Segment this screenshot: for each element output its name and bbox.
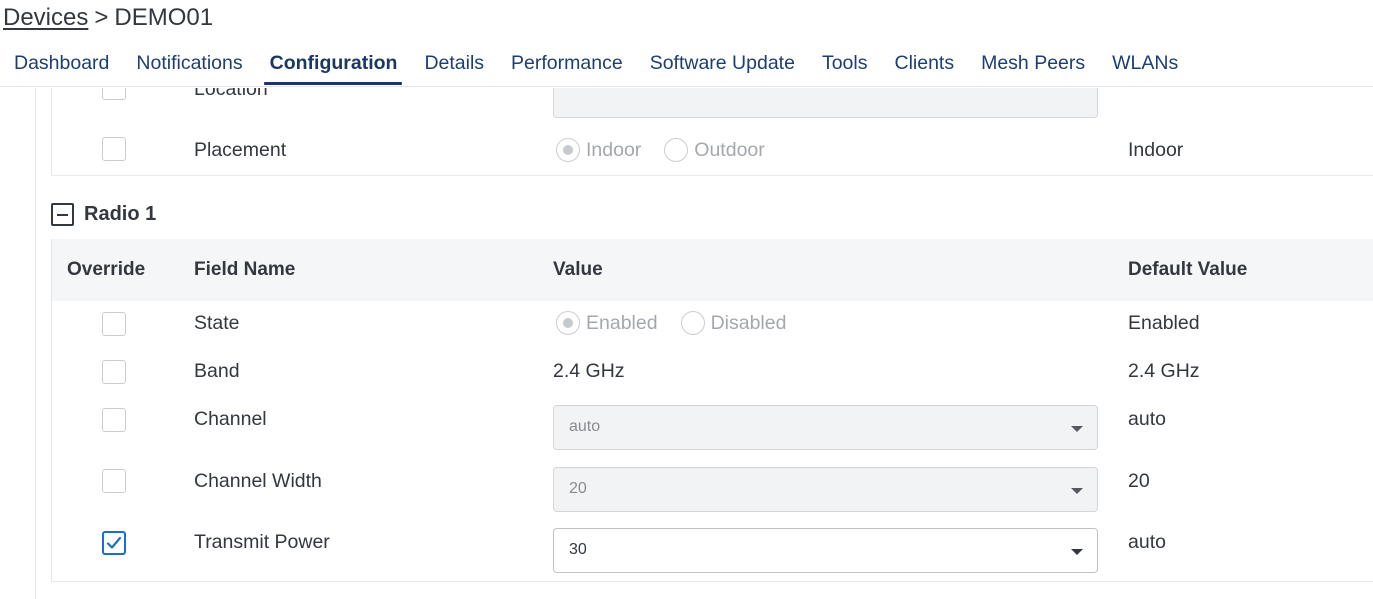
override-checkbox-band[interactable]	[102, 360, 126, 384]
radio-disabled[interactable]	[680, 311, 705, 335]
radio-outdoor[interactable]	[664, 138, 689, 162]
state-radio-group: Enabled Disabled	[556, 311, 809, 335]
table-bottom-divider	[51, 581, 1373, 582]
radio1-table-header: Override Field Name Value Default Value	[51, 239, 1373, 301]
breadcrumb-current: DEMO01	[114, 4, 214, 31]
tab-bar: Dashboard Notifications Configuration De…	[0, 46, 1191, 87]
radio-indoor-label: Indoor	[586, 138, 642, 161]
tab-notifications[interactable]: Notifications	[122, 46, 255, 87]
field-name-placement: Placement	[194, 139, 287, 161]
tab-configuration[interactable]: Configuration	[256, 46, 411, 87]
collapse-icon[interactable]	[51, 203, 74, 226]
tab-software-update[interactable]: Software Update	[636, 46, 808, 87]
transmit-power-select-value: 30	[569, 541, 587, 558]
override-checkbox-location[interactable]	[102, 88, 126, 100]
default-value-transmit-power: auto	[1128, 531, 1166, 553]
default-value-placement: Indoor	[1128, 139, 1184, 161]
radio-enabled-label: Enabled	[586, 311, 658, 334]
breadcrumb-devices-link[interactable]: Devices	[3, 4, 88, 31]
tab-dashboard[interactable]: Dashboard	[0, 46, 122, 87]
chevron-down-icon	[1071, 426, 1083, 432]
page-header: Devices > DEMO01 Dashboard Notifications C…	[0, 0, 1373, 87]
field-name-channel-width: Channel Width	[194, 470, 322, 492]
radio-indoor[interactable]	[556, 138, 580, 162]
column-header-override: Override	[67, 259, 146, 280]
radio1-section-title: Radio 1	[51, 203, 156, 226]
override-checkbox-placement[interactable]	[102, 137, 126, 161]
radio-enabled[interactable]	[556, 311, 580, 335]
default-value-channel: auto	[1128, 408, 1166, 430]
default-value-band: 2.4 GHz	[1128, 360, 1200, 382]
radio-disabled-label: Disabled	[710, 311, 787, 334]
radio-outdoor-label: Outdoor	[694, 138, 765, 161]
row-divider	[51, 175, 1373, 176]
channel-select-value: auto	[569, 418, 601, 435]
channel-select[interactable]: auto	[553, 405, 1098, 450]
field-name-band: Band	[194, 360, 240, 382]
tab-wlans[interactable]: WLANs	[1098, 46, 1191, 87]
placement-radio-group: Indoor Outdoor	[556, 138, 788, 162]
radio1-title-text: Radio 1	[84, 203, 157, 225]
checkmark-icon	[106, 536, 122, 549]
tab-mesh-peers[interactable]: Mesh Peers	[967, 46, 1098, 87]
breadcrumb-separator: >	[94, 4, 109, 31]
override-checkbox-channel-width[interactable]	[102, 469, 126, 493]
field-name-state: State	[194, 312, 240, 334]
override-checkbox-transmit-power[interactable]	[102, 531, 126, 555]
field-name-transmit-power: Transmit Power	[194, 531, 330, 553]
default-value-state: Enabled	[1128, 312, 1200, 334]
channel-width-select[interactable]: 20	[553, 467, 1098, 512]
transmit-power-select[interactable]: 30	[553, 528, 1098, 573]
tab-tools[interactable]: Tools	[808, 46, 881, 87]
tab-details[interactable]: Details	[410, 46, 497, 87]
chevron-down-icon	[1071, 549, 1083, 555]
column-header-field-name: Field Name	[194, 259, 296, 280]
channel-width-select-value: 20	[569, 480, 587, 497]
field-name-channel: Channel	[194, 408, 267, 430]
default-value-channel-width: 20	[1128, 470, 1150, 492]
value-band: 2.4 GHz	[553, 360, 625, 382]
configuration-content[interactable]: Location Placement Indoor Outdoor Indoor…	[0, 88, 1373, 599]
override-checkbox-channel[interactable]	[102, 408, 126, 432]
left-rail-divider	[35, 88, 36, 599]
column-header-value: Value	[553, 259, 603, 280]
tab-clients[interactable]: Clients	[880, 46, 967, 87]
tab-performance[interactable]: Performance	[497, 46, 636, 87]
breadcrumb: Devices > DEMO01	[3, 4, 213, 32]
location-input[interactable]	[553, 88, 1098, 118]
column-header-default-value: Default Value	[1128, 259, 1248, 280]
chevron-down-icon	[1071, 488, 1083, 494]
field-name-location: Location	[194, 88, 268, 100]
override-checkbox-state[interactable]	[102, 312, 126, 336]
